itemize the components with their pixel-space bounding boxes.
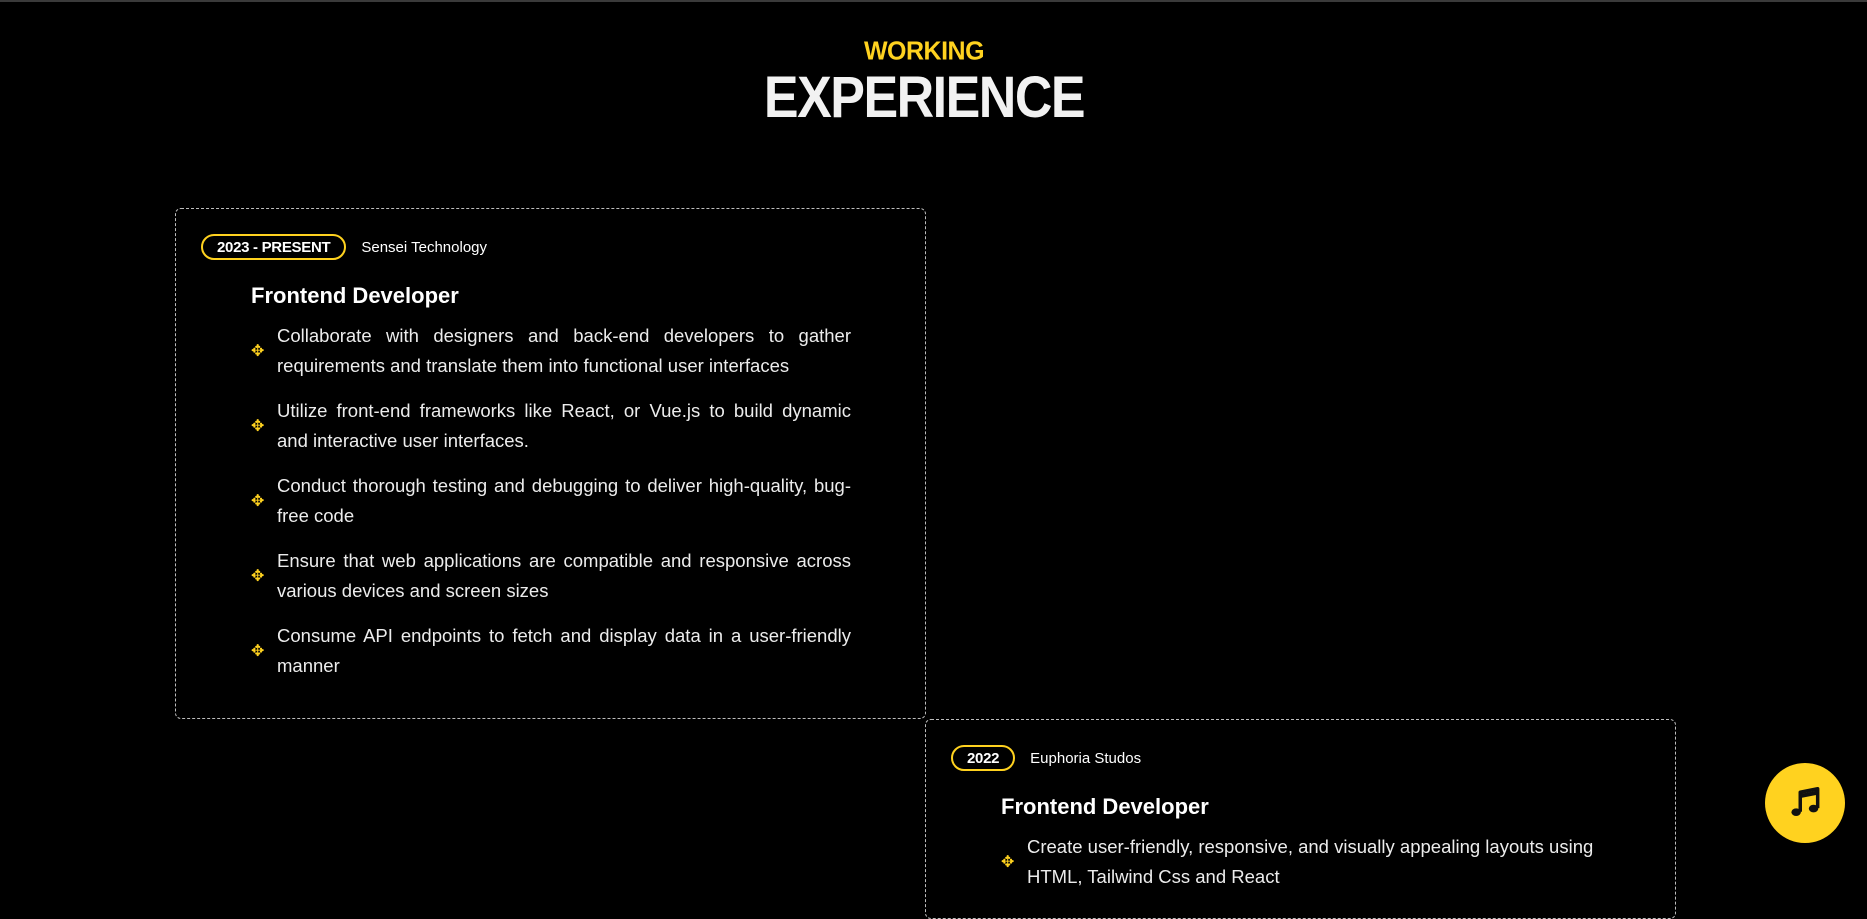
experience-card: 2023 - PRESENT Sensei Technology Fronten…: [175, 208, 926, 719]
duty-text: Ensure that web applications are compati…: [277, 550, 851, 601]
sparkle-icon: ✥: [251, 416, 265, 435]
duty-text: Create user-friendly, responsive, and vi…: [1027, 836, 1594, 887]
duty-list: ✥ Create user-friendly, responsive, and …: [1001, 832, 1601, 907]
experience-meta: 2022 Euphoria Studos: [951, 745, 1141, 771]
company-name: Euphoria Studos: [1030, 749, 1142, 767]
list-item: ✥ Consume API endpoints to fetch and dis…: [251, 621, 851, 681]
list-item: ✥ Ensure that web applications are compa…: [251, 546, 851, 606]
experience-card: 2022 Euphoria Studos Frontend Developer …: [925, 719, 1676, 919]
role-title: Frontend Developer: [251, 283, 459, 308]
experience-meta: 2023 - PRESENT Sensei Technology: [201, 234, 487, 260]
period-badge: 2023 - PRESENT: [201, 234, 347, 260]
sparkle-icon: ✥: [251, 641, 265, 660]
list-item: ✥ Conduct thorough testing and debugging…: [251, 471, 851, 531]
period-badge: 2022: [951, 745, 1016, 771]
section-title: EXPERIENCE: [763, 65, 1086, 131]
sparkle-icon: ✥: [251, 566, 265, 585]
music-toggle-button[interactable]: [1765, 763, 1845, 843]
section-header: WORKING EXPERIENCE: [0, 36, 1848, 129]
sparkle-icon: ✥: [251, 491, 265, 510]
duty-text: Collaborate with designers and back-end …: [277, 325, 851, 376]
top-divider: [0, 0, 1867, 2]
list-item: ✥ Collaborate with designers and back-en…: [251, 321, 851, 381]
sparkle-icon: ✥: [251, 341, 265, 360]
sparkle-icon: ✥: [1001, 852, 1015, 871]
section-eyebrow: WORKING: [863, 36, 985, 66]
duty-list: ✥ Collaborate with designers and back-en…: [251, 321, 851, 696]
list-item: ✥ Create user-friendly, responsive, and …: [1001, 832, 1601, 892]
duty-text: Conduct thorough testing and debugging t…: [277, 475, 851, 526]
role-title: Frontend Developer: [1001, 794, 1209, 819]
duty-text: Consume API endpoints to fetch and displ…: [277, 625, 851, 676]
company-name: Sensei Technology: [361, 238, 488, 256]
duty-text: Utilize front-end frameworks like React,…: [277, 400, 851, 451]
music-note-icon: [1791, 787, 1820, 816]
list-item: ✥ Utilize front-end frameworks like Reac…: [251, 396, 851, 456]
